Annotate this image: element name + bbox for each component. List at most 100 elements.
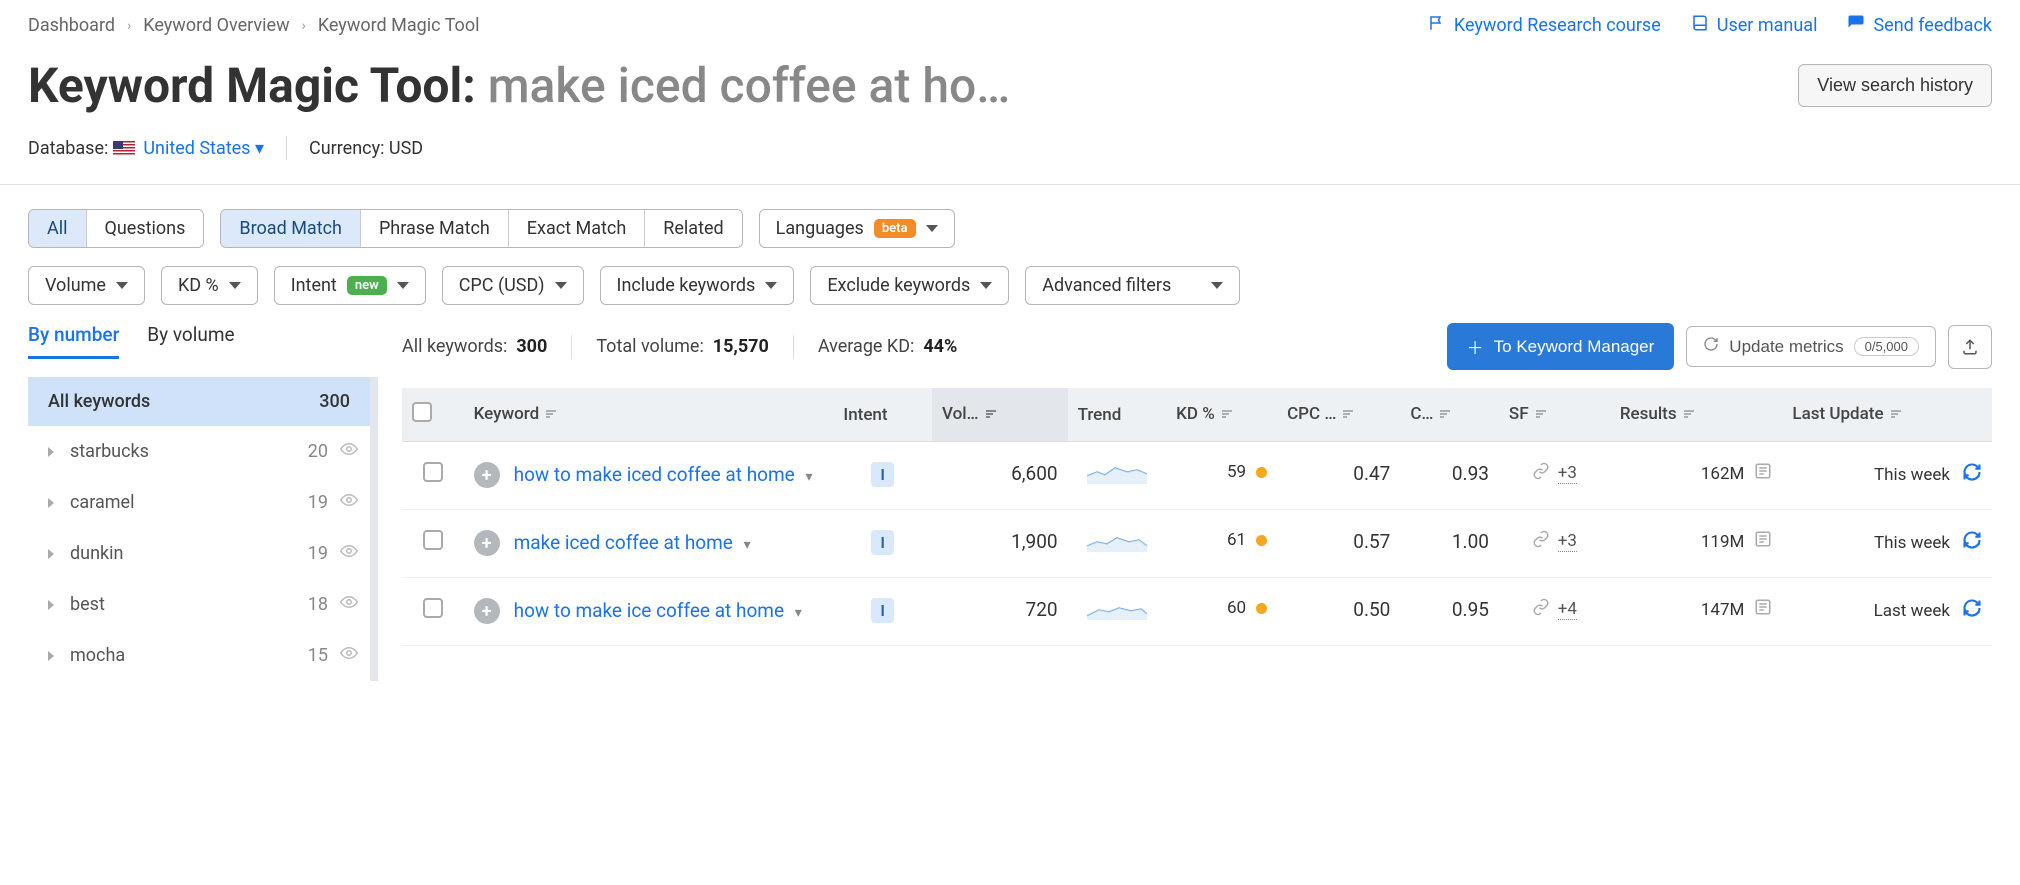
sidebar-all-keywords[interactable]: All keywords 300 — [28, 377, 370, 426]
cpc-filter[interactable]: CPC (USD) — [442, 266, 584, 305]
refresh-icon — [1703, 336, 1719, 357]
link-icon — [1532, 530, 1550, 553]
sort-icon — [1890, 405, 1902, 425]
export-button[interactable] — [1948, 325, 1992, 369]
chevron-down-icon[interactable]: ▾ — [805, 468, 812, 488]
kd-value: 59 — [1227, 462, 1246, 482]
to-keyword-manager-button[interactable]: ＋ To Keyword Manager — [1447, 323, 1675, 370]
user-manual-link[interactable]: User manual — [1691, 14, 1818, 37]
row-checkbox[interactable] — [423, 530, 443, 550]
volume-filter[interactable]: Volume — [28, 266, 145, 305]
update-metrics-button[interactable]: Update metrics 0/5,000 — [1686, 326, 1936, 367]
sort-icon — [1683, 405, 1695, 425]
cpc-value: 0.47 — [1277, 442, 1400, 510]
match-type-segments: Broad Match Phrase Match Exact Match Rel… — [220, 209, 742, 248]
table-row: + how to make ice coffee at home ▾ I 720… — [402, 578, 1992, 646]
kd-value: 61 — [1227, 530, 1246, 550]
serp-icon[interactable] — [1754, 462, 1772, 485]
segment-questions[interactable]: Questions — [87, 210, 204, 247]
breadcrumb-item[interactable]: Keyword Overview — [143, 15, 289, 36]
trend-sparkline — [1068, 442, 1167, 510]
database-selector[interactable]: United States ▾ — [143, 138, 264, 159]
eye-icon[interactable] — [340, 491, 358, 514]
keyword-link[interactable]: how to make iced coffee at home ▾ — [514, 462, 813, 489]
eye-icon[interactable] — [340, 644, 358, 667]
serp-icon[interactable] — [1754, 530, 1772, 553]
sidebar-group-count: 15 — [308, 645, 328, 666]
results-value: 119M — [1701, 532, 1745, 552]
column-cpc[interactable]: CPC … — [1277, 388, 1400, 442]
keyword-link[interactable]: make iced coffee at home ▾ — [514, 530, 751, 557]
refresh-icon[interactable] — [1962, 598, 1982, 623]
keyword-research-course-link[interactable]: Keyword Research course — [1428, 14, 1661, 37]
column-volume[interactable]: Vol… — [932, 388, 1068, 442]
tab-by-number[interactable]: By number — [28, 323, 119, 359]
refresh-icon[interactable] — [1962, 530, 1982, 555]
sidebar-group-name: starbucks — [70, 441, 149, 462]
column-sf[interactable]: SF — [1499, 388, 1610, 442]
select-all-checkbox[interactable] — [412, 402, 432, 422]
sidebar-group-item[interactable]: starbucks 20 — [28, 426, 370, 477]
refresh-icon[interactable] — [1962, 462, 1982, 487]
row-checkbox[interactable] — [423, 598, 443, 618]
chevron-down-icon — [229, 282, 241, 289]
sort-icon — [985, 405, 997, 425]
competition-value: 1.00 — [1400, 510, 1499, 578]
currency-value: USD — [389, 138, 423, 159]
column-last-update[interactable]: Last Update — [1782, 388, 1992, 442]
last-update-value: This week — [1874, 465, 1950, 485]
results-value: 147M — [1701, 600, 1745, 620]
view-search-history-button[interactable]: View search history — [1798, 64, 1992, 107]
export-icon — [1961, 338, 1979, 356]
competition-value: 0.95 — [1400, 578, 1499, 646]
eye-icon[interactable] — [340, 593, 358, 616]
new-badge: new — [347, 276, 387, 295]
trend-sparkline — [1068, 510, 1167, 578]
chevron-down-icon[interactable]: ▾ — [744, 536, 751, 556]
segment-broad-match[interactable]: Broad Match — [221, 210, 361, 247]
sf-count[interactable]: +4 — [1558, 599, 1577, 620]
segment-phrase-match[interactable]: Phrase Match — [361, 210, 509, 247]
sf-count[interactable]: +3 — [1558, 463, 1577, 484]
add-keyword-button[interactable]: + — [474, 530, 500, 556]
row-checkbox[interactable] — [423, 462, 443, 482]
column-intent[interactable]: Intent — [833, 388, 932, 442]
include-keywords-filter[interactable]: Include keywords — [600, 266, 795, 305]
eye-icon[interactable] — [340, 542, 358, 565]
column-competition[interactable]: C… — [1400, 388, 1499, 442]
column-results[interactable]: Results — [1610, 388, 1783, 442]
exclude-keywords-filter[interactable]: Exclude keywords — [810, 266, 1009, 305]
column-trend[interactable]: Trend — [1068, 388, 1167, 442]
breadcrumb-item[interactable]: Keyword Magic Tool — [318, 15, 480, 36]
send-feedback-link[interactable]: Send feedback — [1847, 14, 1992, 37]
serp-icon[interactable] — [1754, 598, 1772, 621]
tab-by-volume[interactable]: By volume — [147, 323, 234, 359]
kd-difficulty-dot — [1256, 467, 1267, 478]
eye-icon[interactable] — [340, 440, 358, 463]
intent-filter[interactable]: Intent new — [274, 266, 426, 305]
chevron-right-icon: › — [302, 18, 306, 34]
add-keyword-button[interactable]: + — [474, 462, 500, 488]
sidebar-group-item[interactable]: mocha 15 — [28, 630, 370, 681]
chevron-down-icon — [926, 225, 938, 232]
segment-related[interactable]: Related — [645, 210, 741, 247]
segment-all[interactable]: All — [29, 210, 87, 247]
sidebar-group-item[interactable]: caramel 19 — [28, 477, 370, 528]
breadcrumb-item[interactable]: Dashboard — [28, 15, 115, 36]
languages-dropdown[interactable]: Languages beta — [759, 209, 955, 248]
add-keyword-button[interactable]: + — [474, 598, 500, 624]
divider — [571, 335, 572, 359]
sidebar-group-name: dunkin — [70, 543, 123, 564]
sidebar-group-item[interactable]: dunkin 19 — [28, 528, 370, 579]
advanced-filters[interactable]: Advanced filters — [1025, 266, 1240, 305]
kd-filter[interactable]: KD % — [161, 266, 258, 305]
intent-badge: I — [871, 530, 894, 555]
column-keyword[interactable]: Keyword — [464, 388, 834, 442]
column-kd[interactable]: KD % — [1166, 388, 1277, 442]
sidebar-group-item[interactable]: best 18 — [28, 579, 370, 630]
keyword-link[interactable]: how to make ice coffee at home ▾ — [514, 598, 802, 625]
sf-count[interactable]: +3 — [1558, 531, 1577, 552]
chevron-down-icon[interactable]: ▾ — [795, 604, 802, 624]
segment-exact-match[interactable]: Exact Match — [509, 210, 645, 247]
cpc-value: 0.57 — [1277, 510, 1400, 578]
